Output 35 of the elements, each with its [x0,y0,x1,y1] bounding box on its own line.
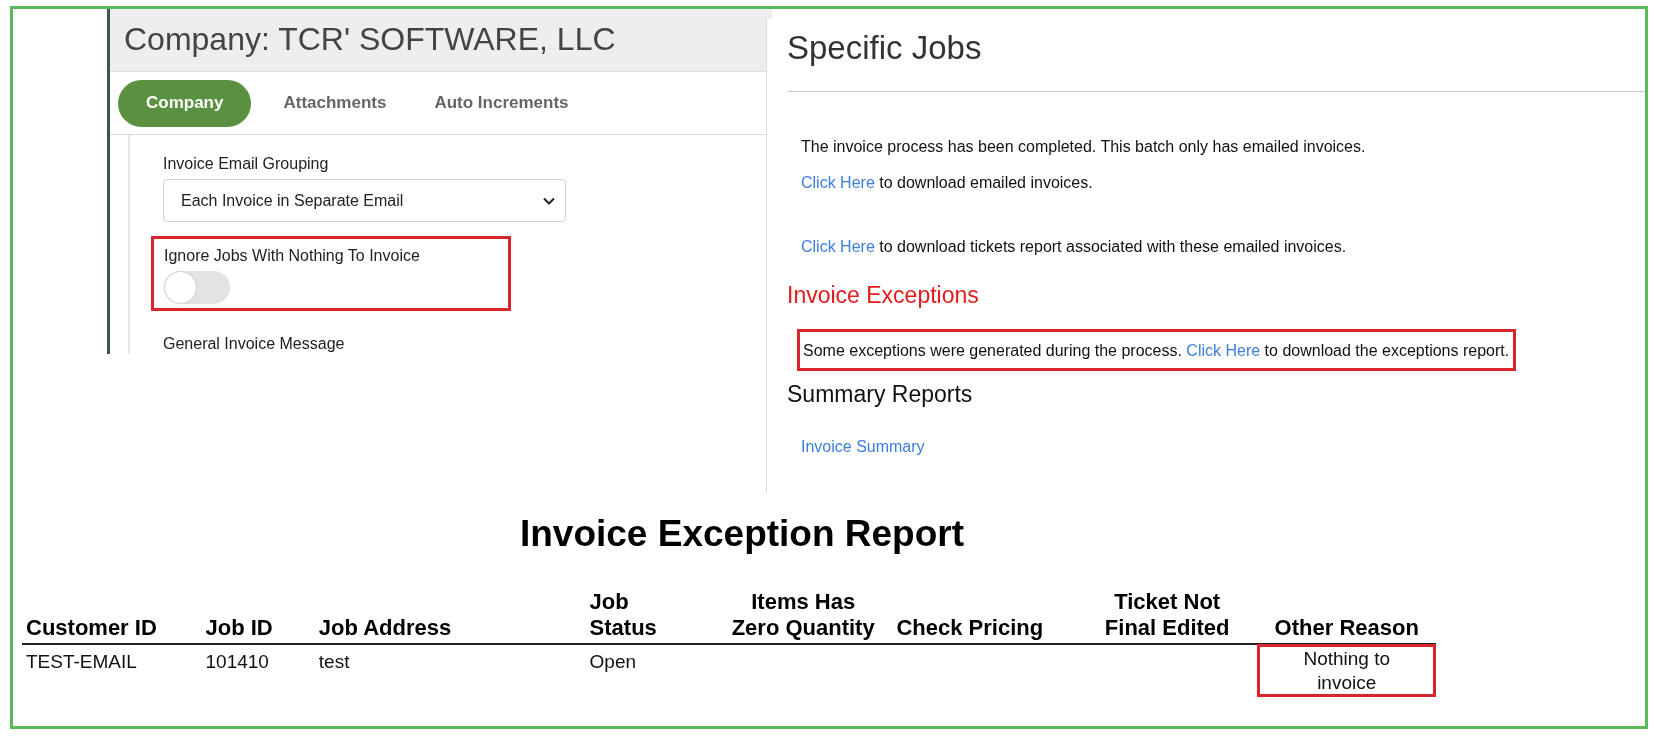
column-header: Ticket Not Final Edited [1076,589,1258,644]
table-cell: test [314,644,586,697]
panel-title: Specific Jobs [787,28,983,67]
status-message: The invoice process has been completed. This batch only has emailed invoices. [801,138,1367,156]
field-label: General Invoice Message [163,335,346,353]
dropdown[interactable]: Each Invoice in Separate Email [163,179,566,222]
report-title: Invoice Exception Report [518,513,966,555]
column-header: Customer ID [22,589,202,644]
download-link[interactable]: Click Here [1186,342,1261,359]
section-heading: Invoice Exceptions [787,282,980,309]
exceptions-sentence: Some exceptions were generated during the process. Click Here to download the exceptions report. [797,329,1517,371]
column-header: Check Pricing [892,589,1077,644]
panel-title: Company: TCR' SOFTWARE, LLC [110,9,772,72]
field-label: Ignore Jobs With Nothing To Invoice [164,247,421,265]
chevron-down-icon [543,196,555,205]
table-cell: Open [585,644,714,697]
section-heading: Summary Reports [787,381,974,408]
download-link[interactable]: Click Here [801,238,875,255]
field-label: Invoice Email Grouping [163,155,330,173]
tab[interactable]: Auto Increments [418,79,585,127]
table-cell: TEST-EMAIL [22,644,202,697]
column-header: Job ID [201,589,315,644]
tab[interactable]: Attachments [267,79,403,127]
download-link[interactable]: Click Here [801,174,875,191]
toggle-switch[interactable] [164,271,230,304]
table-cell: Nothing to invoice [1257,644,1436,697]
download-sentence: Click Here to download emailed invoices. [801,174,1094,192]
column-header: Job Status [585,589,714,644]
table-cell: 101410 [201,644,315,697]
download-sentence: Click Here to download tickets report associated with these emailed invoices. [801,238,1348,256]
report-link[interactable]: Invoice Summary [801,438,1645,456]
tab[interactable]: Company [118,79,252,127]
column-header: Items Has Zero Quantity [713,589,893,644]
column-header: Job Address [314,589,586,644]
column-header: Other Reason [1257,589,1436,644]
